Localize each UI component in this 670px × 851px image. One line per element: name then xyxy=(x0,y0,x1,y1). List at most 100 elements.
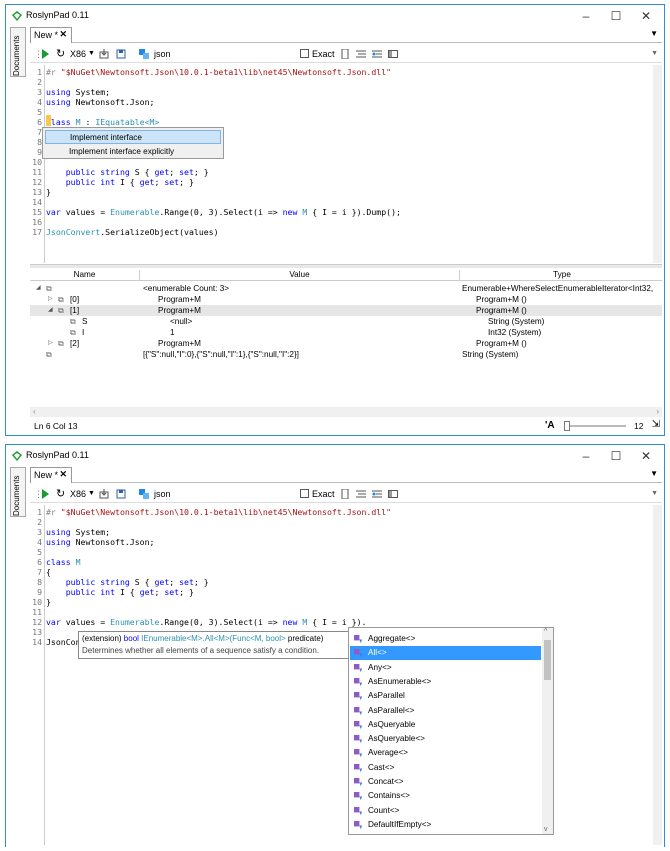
exact-checkbox[interactable] xyxy=(300,49,309,58)
tooltip-description: Determines whether all elements of a seq… xyxy=(82,646,320,655)
result-row[interactable]: ◢ ⧉ [1] Program+M Program+M () xyxy=(30,305,662,316)
completion-item[interactable]: AsQueryable xyxy=(350,718,541,732)
document-tab-new[interactable]: New * ✕ xyxy=(30,467,72,483)
completion-item[interactable]: Any<> xyxy=(350,661,541,675)
extension-method-icon xyxy=(354,820,363,829)
font-size-slider-thumb[interactable] xyxy=(564,421,570,431)
exact-checkbox[interactable] xyxy=(300,489,309,498)
toolbar-overflow-icon[interactable]: ▼ xyxy=(651,487,658,501)
uncomment-icon[interactable] xyxy=(372,49,382,59)
uncomment-icon[interactable] xyxy=(372,489,382,499)
results-splitter[interactable] xyxy=(30,264,662,268)
completion-item[interactable]: AsEnumerable<> xyxy=(350,675,541,689)
document-icon[interactable] xyxy=(340,489,350,499)
toolbar-overflow-icon[interactable]: ▼ xyxy=(651,47,658,61)
result-value: <enumerable Count: 3> xyxy=(143,284,230,293)
tab-menu-icon[interactable]: ▼ xyxy=(650,29,658,38)
close-button[interactable]: ✕ xyxy=(632,7,660,25)
completion-item[interactable]: Contains<> xyxy=(350,789,541,803)
quick-fix-implement-interface[interactable]: Implement interface xyxy=(45,130,221,144)
completion-item[interactable]: AsParallel<> xyxy=(350,704,541,718)
result-row[interactable]: ▷ ⧉ [0] Program+M Program+M () xyxy=(30,294,662,305)
documents-side-tab[interactable]: Documents xyxy=(10,27,26,77)
line-number: 3 xyxy=(37,87,42,97)
code-line: var values = Enumerable.Range(0, 3).Sele… xyxy=(46,617,366,627)
extension-method-icon xyxy=(354,778,363,787)
result-row[interactable]: ⧉ I 1 Int32 (System) xyxy=(30,327,662,338)
font-size-slider[interactable] xyxy=(564,421,626,431)
result-row[interactable]: ◢ ⧉ <enumerable Count: 3> Enumerable+WhereS… xyxy=(30,283,662,294)
row-expander-icon[interactable]: ◢ xyxy=(48,305,53,316)
window-title: RoslynPad 0.11 xyxy=(26,450,89,460)
platform-select[interactable]: X86 xyxy=(70,47,86,61)
document-tab-new[interactable]: New * ✕ xyxy=(30,27,72,43)
run-icon[interactable] xyxy=(42,489,49,499)
tab-close-icon[interactable]: ✕ xyxy=(59,29,67,40)
column-header-name[interactable]: Name xyxy=(30,270,140,281)
extension-method-icon xyxy=(354,706,363,715)
close-button[interactable]: ✕ xyxy=(632,447,660,465)
row-expander-icon[interactable]: ◢ xyxy=(36,283,41,294)
completion-scroll-thumb[interactable] xyxy=(544,640,551,680)
code-editor[interactable]: 1 #r "$NuGet\Newtonsoft.Json\10.0.1-beta1… xyxy=(30,505,662,845)
layout-icon[interactable] xyxy=(388,49,398,59)
code-token: ; xyxy=(154,587,165,597)
save-icon[interactable] xyxy=(116,489,126,499)
column-header-value[interactable]: Value xyxy=(140,270,460,281)
completion-item[interactable]: Count<> xyxy=(350,804,541,818)
minimize-button[interactable]: – xyxy=(572,7,600,25)
results-hscrollbar[interactable]: ‹ › xyxy=(30,407,662,417)
completion-item[interactable]: Aggregate<> xyxy=(350,632,541,646)
layout-icon[interactable] xyxy=(388,489,398,499)
result-row[interactable]: ⧉ [{"S":null,"I":0},{"S":null,"I":1},{"S"… xyxy=(30,349,662,360)
document-icon[interactable] xyxy=(340,49,350,59)
quick-fix-implement-explicitly[interactable]: Implement interface explicitly xyxy=(45,145,221,159)
minimize-button[interactable]: – xyxy=(572,447,600,465)
line-number: 7 xyxy=(37,567,42,577)
nuget-icon[interactable] xyxy=(99,49,109,59)
completion-item[interactable]: Cast<> xyxy=(350,761,541,775)
tab-close-icon[interactable]: ✕ xyxy=(59,469,67,480)
completion-item[interactable]: Average<> xyxy=(350,746,541,760)
tab-menu-icon[interactable]: ▼ xyxy=(650,469,658,478)
title-bar: RoslynPad 0.11 – ☐ ✕ xyxy=(6,445,664,467)
row-expander-icon[interactable]: ▷ xyxy=(48,338,53,349)
nuget-icon[interactable] xyxy=(99,489,109,499)
format-icon[interactable] xyxy=(139,489,149,499)
line-number: 14 xyxy=(32,197,42,207)
editor-scrollbar[interactable] xyxy=(653,65,662,263)
code-token: var xyxy=(46,207,61,217)
comment-icon[interactable] xyxy=(356,489,366,499)
result-row[interactable]: ⧉ S <null> String (System) xyxy=(30,316,662,327)
maximize-button[interactable]: ☐ xyxy=(602,7,630,25)
column-header-type[interactable]: Type xyxy=(460,270,664,281)
main-content: New * ✕ ▼ ⋮ ↻ X86 ▼ json Exact ▼ 1 #r "$N… xyxy=(30,467,662,845)
restart-icon[interactable]: ↻ xyxy=(56,487,65,501)
platform-dropdown-icon[interactable]: ▼ xyxy=(88,487,95,501)
code-token: #r xyxy=(46,67,61,77)
platform-dropdown-icon[interactable]: ▼ xyxy=(88,47,95,61)
editor-scrollbar[interactable] xyxy=(653,505,662,845)
completion-item[interactable]: AsParallel xyxy=(350,689,541,703)
completion-item[interactable]: All<> xyxy=(350,646,541,661)
code-editor[interactable]: 1 #r "$NuGet\Newtonsoft.Json\10.0.1-beta1… xyxy=(30,65,662,263)
resize-grip-icon[interactable]: ⇲ xyxy=(652,419,660,430)
lightbulb-icon[interactable] xyxy=(46,115,51,126)
completion-item[interactable]: AsQueryable<> xyxy=(350,732,541,746)
maximize-button[interactable]: ☐ xyxy=(602,447,630,465)
run-icon[interactable] xyxy=(42,49,49,59)
result-row[interactable]: ▷ ⧉ [2] Program+M Program+M () xyxy=(30,338,662,349)
completion-item[interactable]: Concat<> xyxy=(350,775,541,789)
save-icon[interactable] xyxy=(116,49,126,59)
completion-item[interactable]: DefaultIfEmpty<> xyxy=(350,818,541,832)
restart-icon[interactable]: ↻ xyxy=(56,47,65,61)
comment-icon[interactable] xyxy=(356,49,366,59)
row-expander-icon[interactable]: ▷ xyxy=(48,294,53,305)
platform-select[interactable]: X86 xyxy=(70,487,86,501)
code-token: ; } xyxy=(179,587,194,597)
format-icon[interactable] xyxy=(139,49,149,59)
code-token: new xyxy=(282,207,298,217)
code-token: .Range(0, 3).Select(i => xyxy=(159,207,283,217)
completion-scrollbar[interactable]: ^ v xyxy=(542,628,553,834)
documents-side-tab[interactable]: Documents xyxy=(10,467,26,517)
